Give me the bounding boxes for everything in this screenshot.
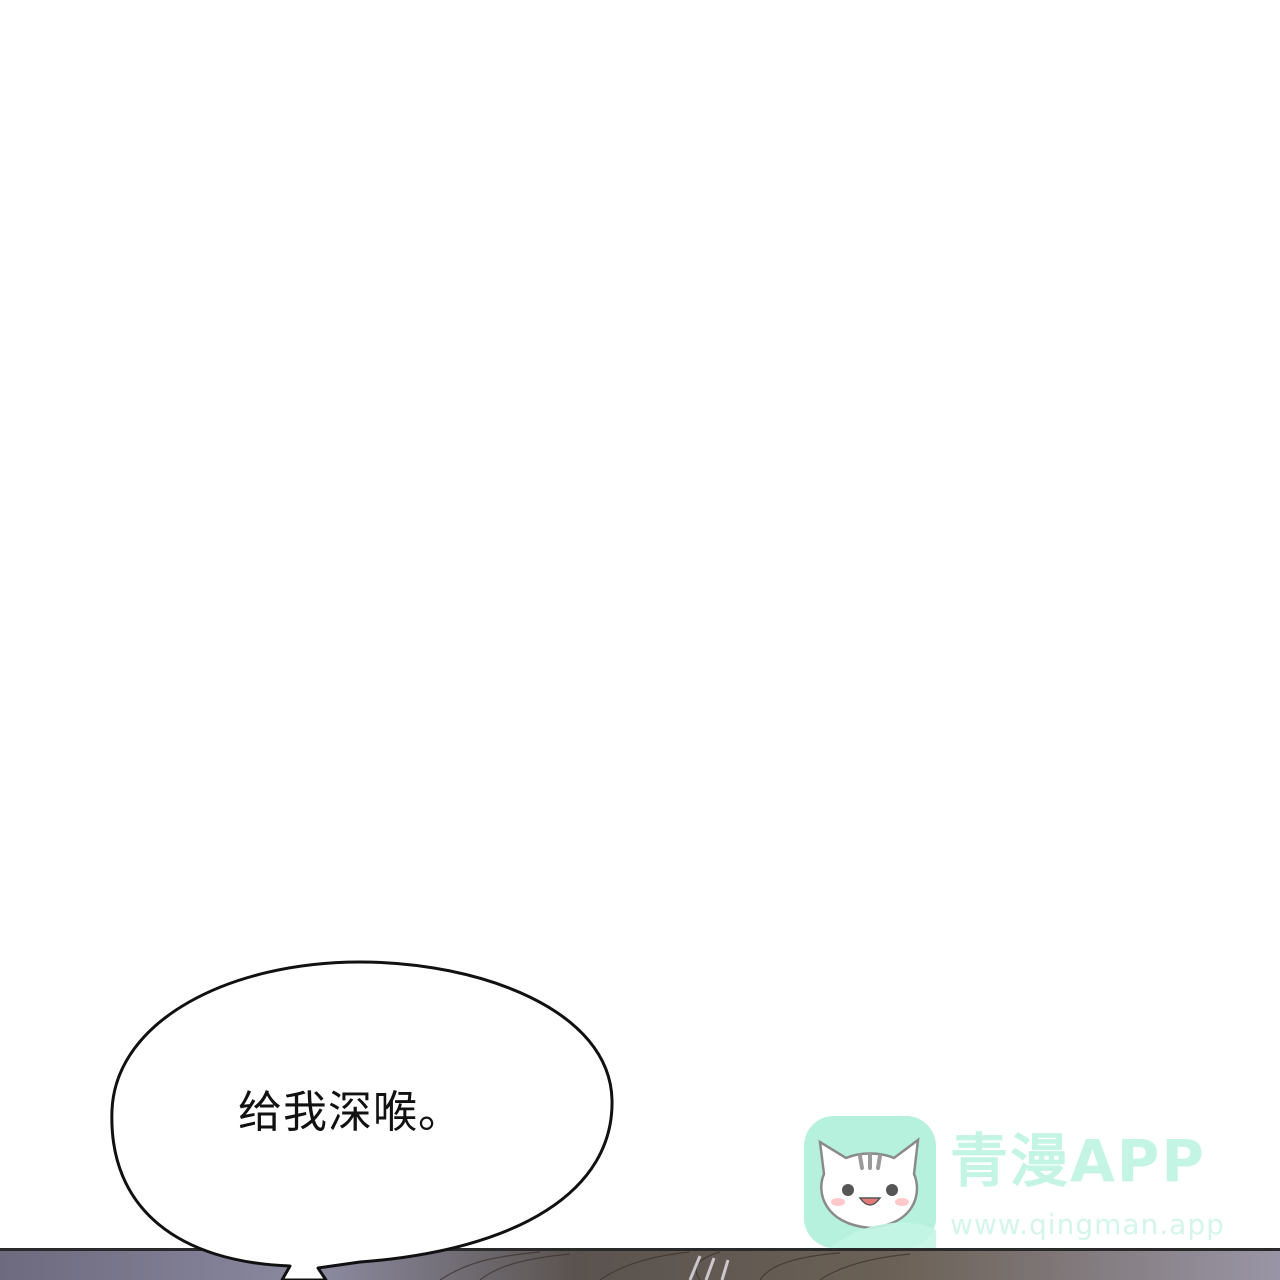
watermark-url: www.qingman.app [950, 1208, 1225, 1241]
watermark-title: 青漫APP [950, 1127, 1206, 1195]
comic-panel: 给我深喉。 青漫APP www.qingman.app [0, 0, 1280, 1280]
speech-bubble-text: 给我深喉。 [238, 1087, 463, 1138]
cat-app-icon [804, 1116, 936, 1248]
watermark: 青漫APP www.qingman.app [800, 1112, 1240, 1252]
